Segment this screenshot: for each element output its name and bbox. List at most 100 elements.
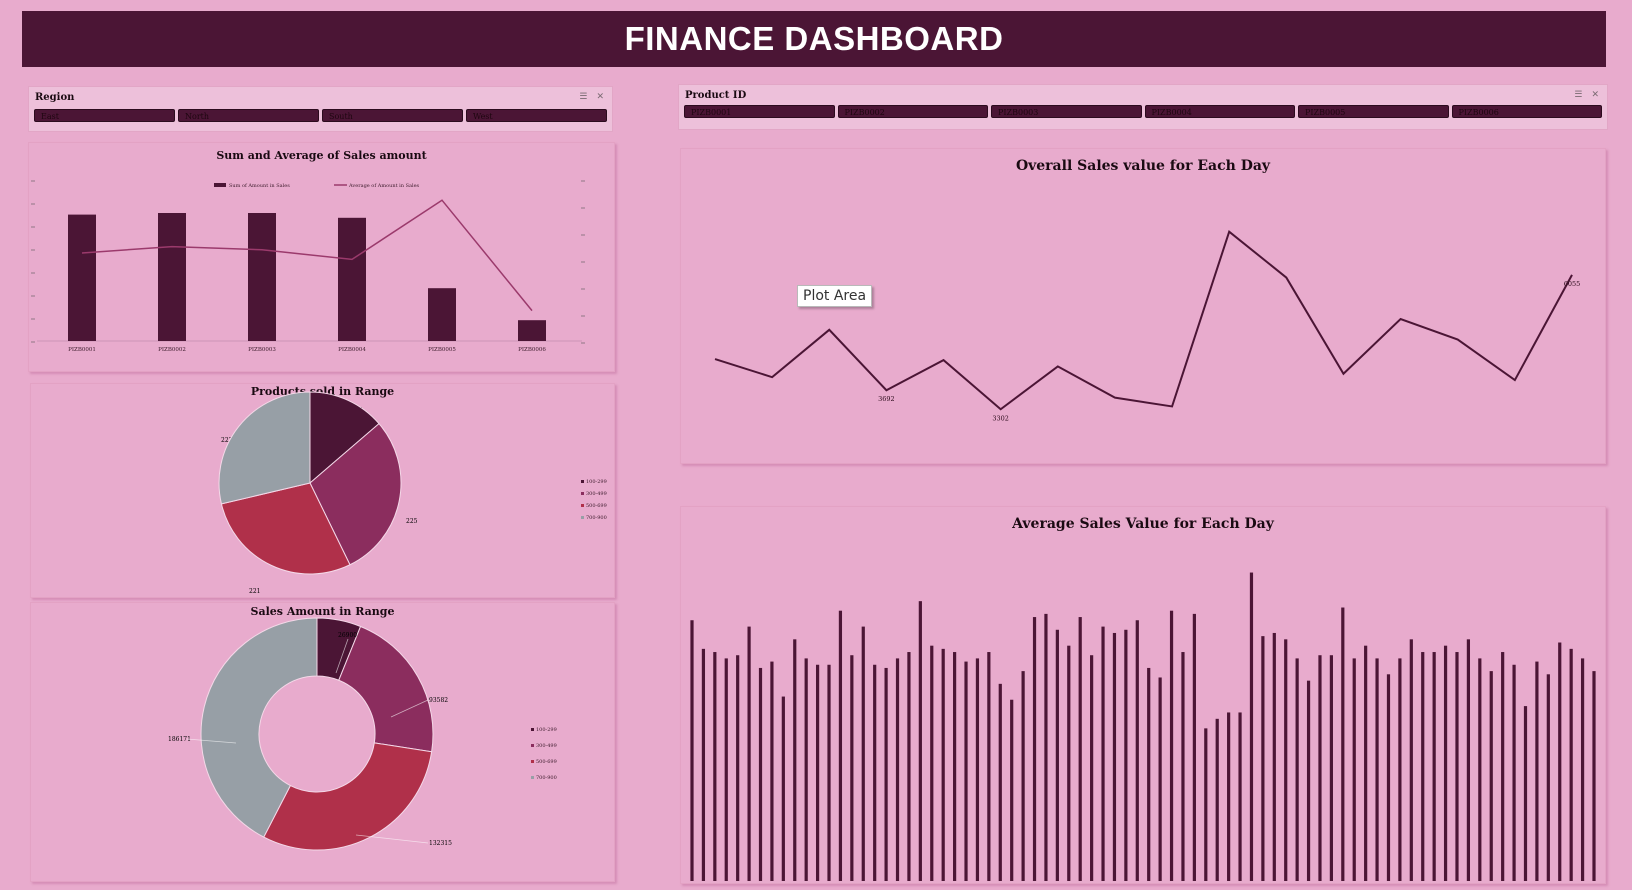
daily-bar[interactable] (1432, 652, 1436, 881)
daily-bar[interactable] (758, 667, 763, 881)
multi-select-icon[interactable]: ☰ (1574, 89, 1582, 100)
daily-bar[interactable] (850, 655, 854, 881)
daily-bar[interactable] (1443, 645, 1448, 881)
daily-bar[interactable] (1398, 658, 1402, 881)
bar[interactable] (428, 288, 456, 341)
daily-bar[interactable] (953, 652, 957, 881)
product-slicer-item[interactable]: PIZB0003 (991, 105, 1142, 118)
daily-bar[interactable] (1318, 655, 1322, 881)
daily-bar[interactable] (1112, 632, 1117, 881)
daily-bar[interactable] (1181, 652, 1185, 881)
daily-bar[interactable] (804, 658, 808, 881)
daily-bar[interactable] (1055, 629, 1059, 881)
daily-bar[interactable] (1261, 636, 1265, 881)
daily-bar[interactable] (1523, 706, 1528, 881)
daily-bar[interactable] (1295, 658, 1299, 881)
bar[interactable] (518, 320, 546, 341)
daily-bar[interactable] (1352, 658, 1356, 881)
product-slicer-item[interactable]: PIZB0005 (1298, 105, 1449, 118)
sum-average-chart-panel[interactable]: Sum and Average of Sales amount Sum of A… (28, 142, 615, 372)
daily-bar[interactable] (1375, 658, 1379, 881)
bar[interactable] (248, 213, 276, 341)
daily-bar[interactable] (907, 652, 911, 881)
daily-bar[interactable] (1032, 617, 1037, 881)
daily-bar[interactable] (1284, 639, 1288, 881)
daily-bar[interactable] (1512, 664, 1516, 881)
daily-bar[interactable] (975, 658, 980, 881)
daily-bar[interactable] (1455, 652, 1459, 881)
daily-bar[interactable] (1478, 658, 1482, 881)
donut-slice[interactable] (263, 742, 433, 851)
daily-bar[interactable] (815, 664, 820, 881)
daily-bar[interactable] (747, 626, 751, 881)
sales-line[interactable] (714, 230, 1573, 411)
daily-bar[interactable] (713, 652, 717, 881)
daily-bar[interactable] (930, 645, 934, 881)
bar[interactable] (68, 214, 96, 341)
region-slicer-item[interactable]: East (34, 109, 175, 122)
daily-bar[interactable] (1580, 658, 1585, 881)
daily-bar[interactable] (1364, 645, 1368, 881)
region-slicer[interactable]: Region ☰ ✕ East North South West (28, 86, 613, 132)
daily-bar[interactable] (1227, 712, 1231, 881)
average-line[interactable] (81, 199, 533, 312)
sales-range-chart-panel[interactable]: Sales Amount in Range 26900 93582 132315 18… (30, 602, 615, 882)
daily-bar[interactable] (1192, 613, 1196, 881)
daily-bar[interactable] (724, 658, 728, 881)
daily-bar[interactable] (1409, 639, 1413, 881)
daily-bar[interactable] (895, 658, 900, 881)
bar[interactable] (158, 213, 186, 341)
daily-bar[interactable] (701, 648, 706, 881)
product-slicer-item[interactable]: PIZB0002 (837, 105, 988, 118)
daily-bar[interactable] (1044, 613, 1048, 881)
daily-bar[interactable] (941, 648, 945, 881)
daily-bar[interactable] (884, 667, 888, 881)
daily-bar[interactable] (1067, 645, 1071, 881)
daily-bar[interactable] (1421, 652, 1425, 881)
daily-bar[interactable] (1204, 728, 1208, 881)
daily-bar[interactable] (770, 661, 774, 881)
daily-bar[interactable] (861, 626, 865, 881)
daily-bar[interactable] (1101, 626, 1105, 881)
daily-bar[interactable] (1249, 572, 1254, 881)
daily-bar[interactable] (690, 620, 694, 881)
daily-bar[interactable] (1135, 620, 1139, 881)
daily-bar[interactable] (873, 664, 877, 881)
daily-bar[interactable] (1386, 674, 1391, 881)
daily-bar[interactable] (1329, 655, 1333, 881)
bar[interactable] (338, 217, 366, 341)
daily-bar[interactable] (1078, 617, 1082, 881)
daily-bar[interactable] (1341, 607, 1345, 881)
product-slicer-item[interactable]: PIZB0006 (1451, 105, 1602, 118)
daily-bar[interactable] (1021, 671, 1025, 881)
daily-bar[interactable] (1569, 648, 1573, 881)
daily-bar[interactable] (1215, 718, 1219, 881)
clear-filter-icon[interactable]: ✕ (596, 91, 604, 102)
daily-bar[interactable] (964, 661, 968, 881)
daily-bar[interactable] (1010, 699, 1014, 881)
daily-bar[interactable] (1272, 632, 1276, 881)
daily-bar[interactable] (827, 664, 831, 881)
daily-bar[interactable] (987, 652, 991, 881)
daily-bar[interactable] (736, 655, 740, 881)
daily-bar[interactable] (1501, 652, 1505, 881)
daily-bar[interactable] (838, 610, 843, 881)
product-slicer-item[interactable]: PIZB0001 (684, 105, 835, 118)
daily-bar[interactable] (1489, 671, 1493, 881)
daily-bar[interactable] (781, 696, 785, 881)
daily-bar[interactable] (1558, 642, 1562, 882)
donut-slice[interactable] (338, 625, 434, 753)
daily-bar[interactable] (1090, 655, 1094, 881)
clear-filter-icon[interactable]: ✕ (1591, 89, 1599, 100)
daily-bar[interactable] (1147, 667, 1151, 881)
region-slicer-item[interactable]: West (466, 109, 607, 122)
daily-bar[interactable] (1238, 712, 1242, 881)
daily-bar[interactable] (1124, 629, 1128, 881)
daily-bar[interactable] (793, 639, 797, 881)
daily-bar[interactable] (1306, 680, 1311, 881)
daily-bar[interactable] (998, 683, 1002, 881)
daily-bar[interactable] (918, 601, 922, 881)
products-range-chart-panel[interactable]: Products sold in Range 106 225 221 222 1… (30, 383, 615, 598)
region-slicer-item[interactable]: South (322, 109, 463, 122)
daily-bar[interactable] (1592, 671, 1596, 881)
